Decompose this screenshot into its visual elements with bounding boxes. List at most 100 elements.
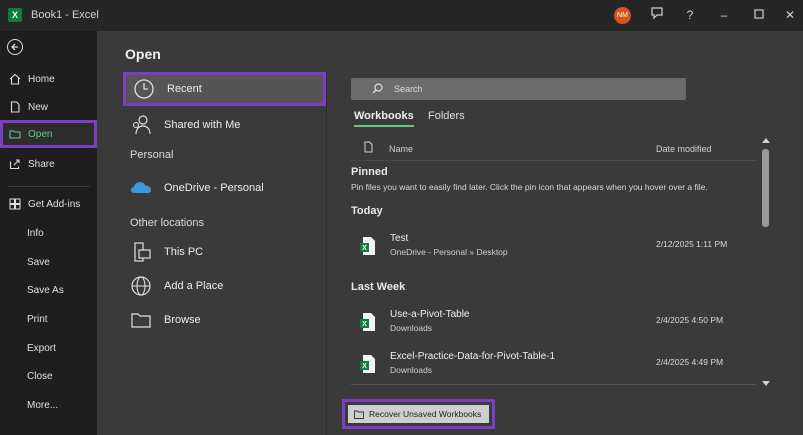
nav-save-as-label: Save As [27,284,64,296]
group-last-week: Last Week [351,281,406,293]
nav-home[interactable]: Home [0,65,97,93]
file-date: 2/12/2025 1:11 PM [656,239,728,249]
backstage-sidebar: Home New Open Share Get Add-ins Info Sav… [0,31,97,435]
nav-export[interactable]: Export [0,334,97,362]
add-ins-icon [9,198,21,210]
file-row[interactable]: X Test OneDrive - Personal » Desktop 2/1… [351,230,756,266]
location-browse[interactable]: Browse [123,303,326,337]
recover-unsaved-highlight: Recover Unsaved Workbooks [342,399,495,429]
location-shared[interactable]: Shared with Me [123,108,326,142]
file-row[interactable]: X Use-a-Pivot-Table Downloads 2/4/2025 4… [351,306,756,342]
excel-file-icon: X [360,237,375,255]
nav-info-label: Info [27,227,44,239]
nav-print-label: Print [27,313,48,325]
column-date-header[interactable]: Date modified [656,144,712,154]
svg-text:X: X [362,363,367,370]
feedback-icon[interactable] [647,6,667,24]
nav-new[interactable]: New [0,93,97,121]
nav-info[interactable]: Info [0,219,97,247]
folder-open-icon [9,130,21,139]
close-icon[interactable]: ✕ [780,6,800,24]
nav-new-label: New [28,101,49,113]
search-icon [372,83,383,94]
section-personal: Personal [130,149,174,161]
location-recent-label: Recent [167,83,202,95]
new-file-icon [10,101,20,113]
excel-file-icon: X [360,355,375,373]
location-this-pc-label: This PC [164,246,204,258]
nav-open-label: Open [28,128,53,140]
nav-close[interactable]: Close [0,362,97,390]
recover-unsaved-button[interactable]: Recover Unsaved Workbooks [348,405,489,423]
page-title: Open [125,46,161,62]
file-row[interactable]: X Excel-Practice-Data-for-Pivot-Table-1 … [351,348,756,384]
onedrive-cloud-icon [131,182,151,193]
maximize-icon[interactable] [749,6,769,24]
file-name: Test [390,233,409,244]
globe-icon [131,276,151,296]
nav-close-label: Close [27,370,53,382]
nav-get-add-ins-label: Get Add-ins [28,198,81,210]
nav-print[interactable]: Print [0,305,97,333]
recover-unsaved-label: Recover Unsaved Workbooks [369,409,482,419]
header-divider [351,160,756,161]
nav-open[interactable]: Open [0,120,97,148]
location-this-pc[interactable]: This PC [123,235,326,269]
column-name-header[interactable]: Name [389,144,413,154]
location-recent[interactable]: Recent [123,72,326,106]
nav-save[interactable]: Save [0,248,97,276]
tab-workbooks[interactable]: Workbooks [354,110,414,127]
search-input[interactable]: Search [351,78,686,100]
file-path: OneDrive - Personal » Desktop [390,247,508,257]
group-today: Today [351,205,383,217]
folder-icon [131,313,151,328]
title-bar: X Book1 - Excel NM ? – ✕ [0,0,803,31]
file-name: Excel-Practice-Data-for-Pivot-Table-1 [390,351,556,362]
minimize-icon[interactable]: – [714,6,734,24]
home-icon [9,73,21,85]
file-path: Downloads [390,323,433,333]
location-add-place[interactable]: Add a Place [123,269,326,303]
list-bottom-divider [351,384,756,385]
file-list-scrollbar[interactable] [760,137,771,389]
help-icon[interactable]: ? [680,6,700,24]
window-title: Book1 - Excel [31,9,99,21]
clock-icon [134,79,154,99]
file-name: Use-a-Pivot-Table [390,309,470,320]
svg-text:X: X [362,245,367,252]
scroll-up-icon[interactable] [762,137,770,145]
scroll-down-icon[interactable] [762,379,770,387]
nav-get-add-ins[interactable]: Get Add-ins [0,190,97,218]
nav-more-label: More... [27,399,59,411]
svg-text:X: X [362,321,367,328]
column-divider [326,70,327,435]
location-browse-label: Browse [164,314,201,326]
sidebar-divider [8,186,90,187]
avatar[interactable]: NM [614,7,631,24]
location-shared-label: Shared with Me [164,119,241,131]
share-icon [9,159,20,170]
group-pinned: Pinned [351,166,388,178]
nav-share[interactable]: Share [0,150,97,178]
nav-share-label: Share [28,158,55,170]
back-arrow-icon[interactable] [7,39,23,55]
file-type-icon [364,141,373,153]
location-add-place-label: Add a Place [164,280,224,292]
file-date: 2/4/2025 4:50 PM [656,315,724,325]
search-placeholder: Search [394,84,423,94]
nav-more[interactable]: More... [0,391,97,419]
location-onedrive-label: OneDrive - Personal [164,182,264,194]
excel-file-icon: X [360,313,375,331]
nav-save-label: Save [27,256,50,268]
location-onedrive[interactable]: OneDrive - Personal [123,170,326,206]
shared-people-icon [132,115,151,135]
excel-logo-icon: X [8,8,22,22]
scroll-thumb[interactable] [762,149,769,227]
nav-save-as[interactable]: Save As [0,276,97,304]
nav-export-label: Export [27,342,56,354]
tab-folders[interactable]: Folders [428,110,465,122]
file-path: Downloads [390,365,433,375]
computer-icon [134,242,151,262]
file-date: 2/4/2025 4:49 PM [656,357,724,367]
pinned-hint: Pin files you want to easily find later.… [351,182,708,192]
